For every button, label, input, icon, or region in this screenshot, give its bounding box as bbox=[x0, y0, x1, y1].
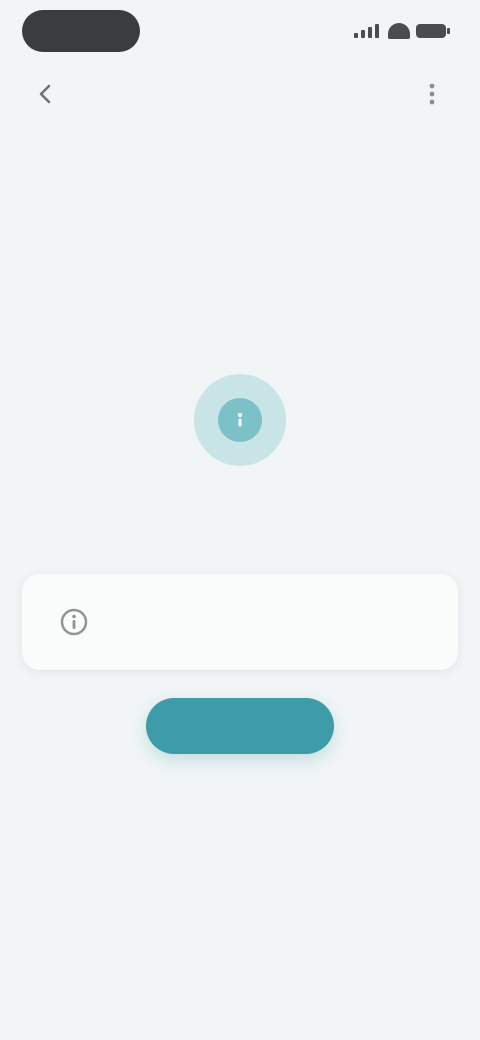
primary-button[interactable] bbox=[146, 698, 334, 754]
signal-icon bbox=[354, 24, 382, 38]
page-title bbox=[150, 76, 330, 102]
info-card bbox=[22, 574, 458, 670]
main-content bbox=[0, 124, 480, 1040]
back-button[interactable] bbox=[24, 72, 68, 116]
card-info-icon bbox=[56, 604, 92, 640]
more-vertical-icon bbox=[429, 83, 435, 105]
back-arrow-icon bbox=[39, 84, 51, 104]
hero-icon-circle bbox=[194, 374, 286, 466]
wifi-icon bbox=[388, 23, 410, 39]
nav-bar bbox=[0, 64, 480, 124]
info-icon bbox=[218, 398, 262, 442]
status-bar bbox=[0, 0, 480, 64]
battery-icon bbox=[416, 24, 450, 38]
status-time bbox=[22, 10, 140, 52]
status-icons bbox=[354, 18, 450, 44]
more-button[interactable] bbox=[410, 72, 454, 116]
